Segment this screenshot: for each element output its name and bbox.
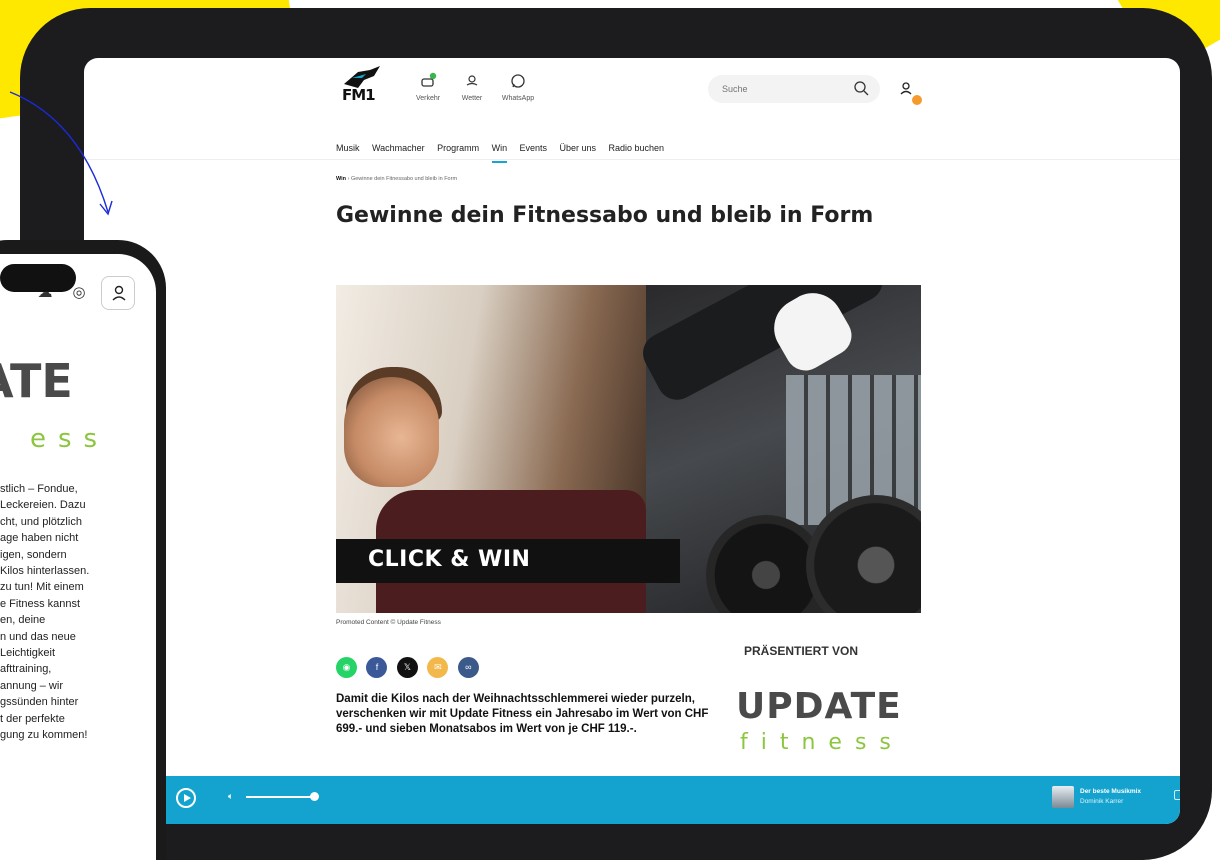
share-email-icon[interactable]: ✉ [427,657,449,678]
quick-link-label: Verkehr [415,95,441,102]
text-line: gung zu kommen! [0,729,88,742]
image-caption: Promoted Content © Update Fitness [336,619,441,626]
breadcrumb-current: Gewinne dein Fitnessabo und bleib in For… [350,176,458,182]
quick-link-wetter[interactable]: Wetter [450,72,494,102]
fm1-logo[interactable]: FM1 [340,66,384,106]
hero-image[interactable]: CLICK & WIN [336,285,921,613]
text-line: Leichtigkeit [0,647,56,660]
text-line: en, deine [0,614,46,627]
site-header: FM1 Verkehr Wetter WhatsApp Suche Musik … [84,58,1180,163]
user-account-button[interactable] [892,75,922,105]
search-input[interactable] [722,81,842,97]
text-line: annung – wir [0,679,63,692]
search-box[interactable] [708,75,880,103]
radio-player-bar: 🔈︎ Der beste Musikmix Dominik Karrer [84,776,1180,824]
text-line: afttraining, [0,663,52,676]
phone-screen: ☁ ◎ ATE ess stlich – Fondue, Leckereien.… [0,254,156,860]
text-line: age haben nicht [0,532,79,545]
pointer-arrow [9,91,113,216]
quick-link-whatsapp[interactable]: WhatsApp [496,72,540,102]
share-buttons: ◉ f 𝕏 ✉ ∞ [336,657,484,679]
cast-icon[interactable] [1174,790,1180,800]
volume-icon[interactable]: 🔈︎ [228,791,233,802]
share-link-icon[interactable]: ∞ [457,657,479,678]
page-title: Gewinne dein Fitnessabo und bleib in For… [336,203,874,228]
tablet-frame: FM1 Verkehr Wetter WhatsApp Suche Musik … [20,8,1212,860]
volume-slider-handle[interactable] [310,792,319,801]
share-facebook-icon[interactable]: f [366,657,388,678]
text-line: cht, und plötzlich [0,515,82,528]
logo-text: FM1 [342,86,376,104]
text-line: Kilos hinterlassen. [0,565,90,578]
text-line: igen, sondern [0,548,67,561]
nav-radio-buchen[interactable]: Radio buchen [608,143,664,153]
tablet-screen: FM1 Verkehr Wetter WhatsApp Suche Musik … [84,58,1180,824]
weather-icon [450,72,494,92]
text-line: stlich – Fondue, [0,483,78,495]
nav-win[interactable]: Win [491,143,507,163]
nav-ueber-uns[interactable]: Über uns [560,143,597,153]
whatsapp-icon[interactable]: ◎ [64,278,94,308]
main-nav: Musik Wachmacher Programm Win Events Übe… [336,138,672,163]
phone-frame: ☁ ◎ ATE ess stlich – Fondue, Leckereien.… [0,240,166,860]
text-line: gssünden hinter [0,696,79,709]
volume-slider[interactable] [246,796,314,798]
nav-events[interactable]: Events [520,143,548,153]
host-thumbnail [1052,786,1074,808]
text-line: t der perfekte [0,712,65,725]
user-icon [112,285,126,301]
phone-article-body: stlich – Fondue, Leckereien. Dazu cht, u… [0,481,155,744]
play-button[interactable] [176,788,196,808]
person-face [344,377,439,487]
click-and-win-banner: CLICK & WIN [336,539,680,583]
text-line: Leckereien. Dazu [0,499,86,512]
update-fitness-logo[interactable]: UPDATE fitness [736,686,926,764]
nav-programm[interactable]: Programm [437,143,479,153]
now-playing-title: Der beste Musikmix [1080,788,1142,795]
share-whatsapp-icon[interactable]: ◉ [336,657,357,678]
sponsor-logo-word: UPDATE [736,686,902,727]
notification-dot [912,95,922,105]
nav-wachmacher[interactable]: Wachmacher [372,143,425,153]
text-line: e Fitness kannst [0,597,81,610]
now-playing-host: Dominik Karrer [1080,798,1124,805]
text-line: zu tun! Mit einem [0,581,84,594]
phone-logo-sub: ess [30,424,110,454]
nav-musik[interactable]: Musik [336,143,360,153]
quick-link-label: WhatsApp [501,95,535,102]
text-line: n und das neue [0,630,76,643]
article-lead: Damit die Kilos nach der Weihnachtsschle… [336,693,709,735]
breadcrumb-parent[interactable]: Win [336,176,346,182]
presented-by-heading: PRÄSENTIERT VON [744,644,859,658]
quick-link-verkehr[interactable]: Verkehr [406,72,450,102]
user-account-button[interactable] [101,276,135,310]
share-x-icon[interactable]: 𝕏 [396,657,418,678]
phone-logo-word: ATE [0,354,73,408]
cta-text: CLICK & WIN [368,547,531,572]
breadcrumb: Win › Gewinne dein Fitnessabo und bleib … [336,176,457,182]
weather-icon[interactable]: ☁ [30,278,60,308]
car-icon [406,72,450,92]
sponsor-logo-sub: fitness [740,730,904,755]
quick-link-label: Wetter [461,95,483,102]
search-icon[interactable] [852,79,870,97]
whatsapp-icon [496,72,540,92]
